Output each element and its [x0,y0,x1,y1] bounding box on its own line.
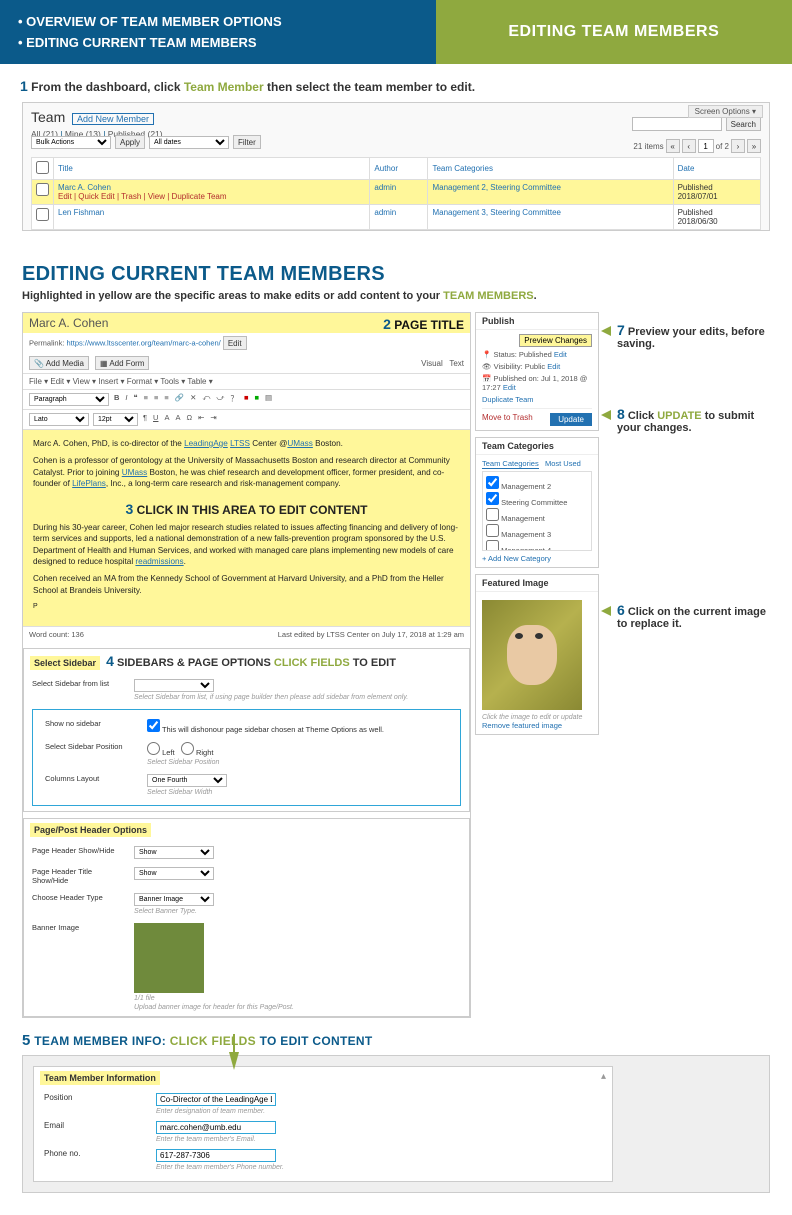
banner-image-thumb[interactable] [134,923,204,993]
cat-checkbox[interactable] [486,492,499,505]
duplicate-team-link[interactable]: Duplicate Team [482,395,534,404]
row-title-link[interactable]: Marc A. Cohen [58,183,111,192]
editor-footer: Word count: 136 Last edited by LTSS Cent… [23,626,470,642]
team-table: Title Author Team Categories Date Marc A… [31,157,761,230]
tab-text[interactable]: Text [449,359,464,368]
filter-button[interactable]: Filter [233,135,261,149]
published-edit[interactable]: Edit [503,383,516,392]
content-editor-area[interactable]: Marc A. Cohen, PhD, is co-director of th… [23,430,470,626]
add-new-member-button[interactable]: Add New Member [72,113,154,125]
sidebar-list-select[interactable] [134,679,214,692]
team-member-link-text: Team Member [184,80,264,94]
section-2-title: EDITING CURRENT TEAM MEMBERS [0,245,792,290]
columns-layout-select[interactable]: One Fourth [147,774,227,787]
right-sidebar: Publish Preview Changes 📍 Status: Publis… [475,312,599,741]
sidebar-pos-left[interactable] [147,742,160,755]
pager-first[interactable]: « [666,139,680,153]
fontsize-select[interactable]: 12pt [93,413,138,426]
position-input[interactable] [156,1093,276,1106]
bullet-1: OVERVIEW OF TEAM MEMBER OPTIONS [26,14,281,29]
cat-checkbox[interactable] [486,476,499,489]
select-all-checkbox[interactable] [36,161,49,174]
font-select[interactable]: Lato [29,413,89,426]
annotation-8: 8 Click UPDATE to submit your changes. [617,406,767,434]
preview-changes-button[interactable]: Preview Changes [519,334,592,347]
move-to-trash-link[interactable]: Move to Trash [482,413,533,422]
post-editor: Marc A. Cohen 2 PAGE TITLE Permalink: ht… [22,312,471,1018]
page-title-input[interactable]: Marc A. Cohen 2 PAGE TITLE [23,313,470,333]
row-checkbox[interactable] [36,183,49,196]
permalink-edit-button[interactable]: Edit [223,336,247,350]
header-title-show-select[interactable]: Show [134,867,214,880]
remove-featured-image-link[interactable]: Remove featured image [482,721,562,730]
sidebar-pos-right[interactable] [181,742,194,755]
add-media-button[interactable]: 📎 Add Media [29,356,89,370]
editor-toolbar-2[interactable]: Lato 12pt ¶UAAΩ⇤⇥ [23,410,470,430]
row-title-link[interactable]: Len Fishman [58,208,104,217]
step-5-title: 5 TEAM MEMBER INFO: CLICK FIELDS TO EDIT… [0,1018,792,1055]
header-type-select[interactable]: Banner Image [134,893,214,906]
table-row[interactable]: Len Fishman admin Management 3, Steering… [32,205,761,230]
add-category-link[interactable]: + Add New Category [482,554,551,563]
header-bullets: • OVERVIEW OF TEAM MEMBER OPTIONS • EDIT… [0,0,436,64]
annotation-7: 7 Preview your edits, before saving. [617,322,767,350]
team-list-screenshot: Screen Options ▾ Team Add New Member All… [22,102,770,231]
team-member-info-screenshot: Team Member Information▴ Position Enter … [22,1055,770,1193]
arrow-left-icon [601,410,611,420]
format-select[interactable]: Paragraph [29,393,109,406]
status-edit[interactable]: Edit [554,350,567,359]
apply-button[interactable]: Apply [115,135,145,149]
editor-menu[interactable]: File ▾ Edit ▾ View ▾ Insert ▾ Format ▾ T… [23,374,470,390]
visibility-edit[interactable]: Edit [547,362,560,371]
cat-checkbox[interactable] [486,508,499,521]
bullet-2: EDITING CURRENT TEAM MEMBERS [26,35,256,50]
pager-next[interactable]: › [731,139,745,153]
categories-tab-all[interactable]: Team Categories [482,459,539,469]
arrow-left-icon [601,326,611,336]
header-title: EDITING TEAM MEMBERS [436,0,792,64]
pager-last[interactable]: » [747,139,761,153]
cat-checkbox[interactable] [486,540,499,551]
annotation-6: 6 Click on the current image to replace … [617,602,767,630]
page-header: • OVERVIEW OF TEAM MEMBER OPTIONS • EDIT… [0,0,792,64]
add-form-button[interactable]: ▦ Add Form [95,356,149,370]
email-input[interactable] [156,1121,276,1134]
row-checkbox[interactable] [36,208,49,221]
search-input[interactable] [632,117,722,131]
team-member-info-panel: Team Member Information▴ Position Enter … [33,1066,613,1182]
arrow-left-icon [601,606,611,616]
bulk-actions-select[interactable]: Bulk Actions [31,136,111,149]
header-options-panel: Page/Post Header Options Page Header Sho… [23,818,470,1017]
team-categories-panel: Team Categories Team Categories Most Use… [475,437,599,568]
step-1-instruction: 1 From the dashboard, click Team Member … [0,64,792,102]
arrow-down-icon [229,1052,239,1070]
annotations-column: 7 Preview your edits, before saving. 8 C… [617,312,767,662]
row-actions[interactable]: Edit | Quick Edit | Trash | View | Dupli… [58,192,227,201]
tab-visual[interactable]: Visual [421,359,443,368]
pager-prev[interactable]: ‹ [682,139,696,153]
categories-tab-most-used[interactable]: Most Used [545,459,581,468]
dates-select[interactable]: All dates [149,136,229,149]
section-2-subtitle: Highlighted in yellow are the specific a… [0,290,792,312]
publish-panel: Publish Preview Changes 📍 Status: Publis… [475,312,599,431]
search-button[interactable]: Search [726,117,761,131]
phone-input[interactable] [156,1149,276,1162]
featured-image-panel: Featured Image Click the image to edit o… [475,574,599,735]
no-sidebar-checkbox[interactable] [147,719,160,732]
featured-image[interactable] [482,600,582,710]
screen-options-button[interactable]: Screen Options ▾ [688,105,763,118]
editor-toolbar[interactable]: Paragraph BI❝≡≡≡🔗✕⤺⤻？■■▤ [23,390,470,410]
sidebar-options-panel: Select Sidebar 4 SIDEBARS & PAGE OPTIONS… [23,648,470,812]
cat-checkbox[interactable] [486,524,499,537]
header-show-select[interactable]: Show [134,846,214,859]
table-row[interactable]: Marc A. CohenEdit | Quick Edit | Trash |… [32,180,761,205]
pager-page-input[interactable] [698,139,714,153]
step-1-number: 1 [20,78,28,94]
permalink-row: Permalink: https://www.ltsscenter.org/te… [23,333,470,353]
permalink-url[interactable]: https://www.ltsscenter.org/team/marc-a-c… [67,339,221,348]
update-button[interactable]: Update [550,413,592,426]
